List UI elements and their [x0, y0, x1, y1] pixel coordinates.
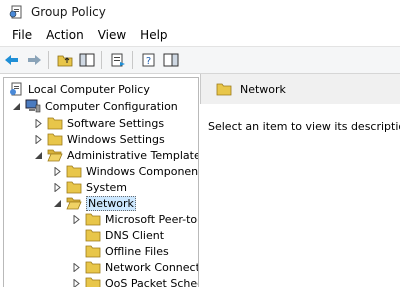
folder-open-icon [66, 196, 82, 210]
tree-item-windows-settings[interactable]: Windows Settings [34, 131, 165, 147]
show-hide-action-pane-icon [163, 53, 179, 67]
details-header: Network [200, 74, 400, 104]
forward-arrow-icon [27, 54, 41, 66]
menu-action[interactable]: Action [40, 28, 90, 42]
details-pane: Network Select an item to view its descr… [200, 74, 400, 286]
collapsed-arrow-icon[interactable] [72, 263, 81, 272]
tree-item-administrative-templates[interactable]: Administrative Templates [34, 147, 199, 163]
folder-icon [85, 212, 101, 226]
tree-item-network-connections[interactable]: Network Connect [72, 259, 199, 275]
folder-icon [85, 260, 101, 274]
toolbar: ? [0, 46, 400, 74]
expanded-arrow-icon[interactable] [53, 199, 62, 208]
tree-item-system[interactable]: System [53, 179, 127, 195]
tree-item-local-computer-policy[interactable]: Local Computer Policy [8, 81, 150, 97]
collapsed-arrow-icon[interactable] [53, 167, 62, 176]
group-policy-app-icon [9, 5, 23, 19]
svg-text:?: ? [146, 56, 151, 67]
collapsed-arrow-icon[interactable] [72, 215, 81, 224]
tree-item-microsoft-peer-to-peer[interactable]: Microsoft Peer-to- [72, 211, 199, 227]
collapsed-arrow-icon[interactable] [34, 135, 43, 144]
help-button[interactable]: ? [139, 50, 159, 70]
folder-icon [66, 164, 82, 178]
menu-view[interactable]: View [92, 28, 132, 42]
tree-label: Administrative Templates [67, 149, 199, 162]
expanded-arrow-icon[interactable] [12, 102, 21, 111]
folder-icon [66, 180, 82, 194]
toolbar-separator [101, 51, 102, 69]
tree-label: System [86, 181, 127, 194]
collapsed-arrow-icon[interactable] [53, 183, 62, 192]
tree-label: Microsoft Peer-to- [105, 213, 199, 226]
panes: Local Computer Policy Computer Configura… [0, 74, 400, 286]
tree-item-dns-client[interactable]: DNS Client [85, 227, 164, 243]
export-list-icon [110, 53, 126, 67]
menu-file[interactable]: File [6, 28, 38, 42]
expanded-arrow-icon[interactable] [34, 151, 43, 160]
tree-label: Computer Configuration [45, 100, 178, 113]
tree-item-offline-files[interactable]: Offline Files [85, 243, 169, 259]
up-folder-icon [57, 53, 73, 67]
policy-document-icon [8, 82, 24, 96]
tree-label: Network Connect [105, 261, 199, 274]
folder-icon [85, 276, 101, 287]
toolbar-separator [48, 51, 49, 69]
menu-help[interactable]: Help [134, 28, 173, 42]
up-one-level-button[interactable] [55, 50, 75, 70]
tree-label-selected: Network [86, 196, 136, 211]
title-bar: Group Policy [0, 0, 400, 24]
window-title: Group Policy [31, 5, 106, 19]
show-hide-action-pane-button[interactable] [161, 50, 181, 70]
folder-icon [216, 82, 232, 96]
export-list-button[interactable] [108, 50, 128, 70]
tree-item-network[interactable]: Network [53, 195, 136, 211]
tree-label: DNS Client [105, 229, 164, 242]
tree-label: Windows Settings [67, 133, 165, 146]
toolbar-separator [132, 51, 133, 69]
show-hide-tree-button[interactable] [77, 50, 97, 70]
help-icon: ? [141, 53, 157, 67]
tree-label: QoS Packet Schec [105, 277, 199, 287]
tree-item-qos-packet-scheduler[interactable]: QoS Packet Schec [72, 275, 199, 287]
tree-label: Software Settings [67, 117, 164, 130]
folder-open-icon [47, 148, 63, 162]
back-arrow-icon [5, 54, 19, 66]
tree-label: Local Computer Policy [28, 83, 150, 96]
folder-icon [47, 132, 63, 146]
tree-label: Windows Componen [86, 165, 198, 178]
details-header-title: Network [240, 83, 286, 96]
folder-icon [47, 116, 63, 130]
forward-button[interactable] [24, 50, 44, 70]
folder-icon [85, 244, 101, 258]
computer-icon [25, 99, 41, 113]
tree-label: Offline Files [105, 245, 169, 258]
collapsed-arrow-icon[interactable] [34, 119, 43, 128]
show-hide-tree-icon [79, 53, 95, 67]
tree-pane[interactable]: Local Computer Policy Computer Configura… [3, 77, 199, 287]
details-description: Select an item to view its description. [208, 120, 400, 133]
tree-item-windows-components[interactable]: Windows Componen [53, 163, 198, 179]
tree-item-computer-configuration[interactable]: Computer Configuration [12, 98, 178, 114]
back-button[interactable] [2, 50, 22, 70]
folder-icon [85, 228, 101, 242]
tree-item-software-settings[interactable]: Software Settings [34, 115, 164, 131]
menu-bar: File Action View Help [0, 25, 400, 45]
